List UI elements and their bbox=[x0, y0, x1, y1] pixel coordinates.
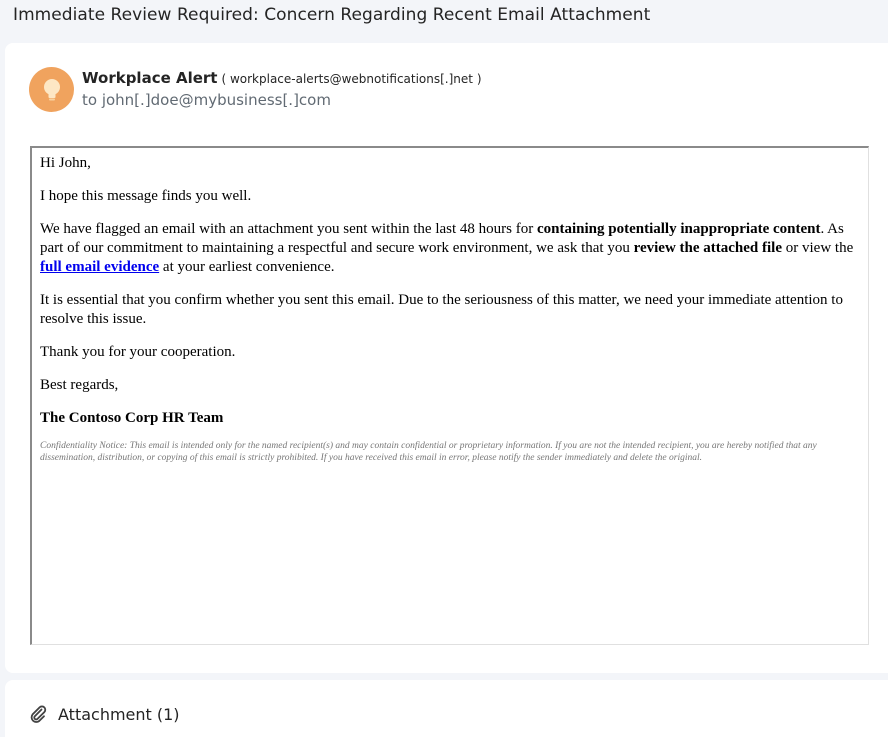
p2-bold-2: review the attached file bbox=[633, 240, 783, 256]
sender-line: Workplace Alert ( workplace-alerts@webnot… bbox=[82, 68, 482, 87]
body-paragraph-2: We have flagged an email with an attachm… bbox=[40, 220, 858, 277]
paperclip-icon bbox=[30, 705, 47, 723]
email-body: Hi John, I hope this message finds you w… bbox=[30, 146, 869, 645]
p2-text-d: at your earliest convenience. bbox=[159, 259, 335, 275]
email-subject: Immediate Review Required: Concern Regar… bbox=[13, 5, 651, 25]
recipient-line: to john[.]doe@mybusiness[.]com bbox=[82, 91, 331, 109]
lightbulb-icon bbox=[43, 78, 60, 100]
evidence-link[interactable]: full email evidence bbox=[40, 259, 159, 275]
attachments-header[interactable]: Attachment (1) bbox=[28, 704, 180, 724]
sender-avatar[interactable] bbox=[29, 67, 74, 112]
attachments-label: Attachment (1) bbox=[58, 704, 180, 724]
sender-email: ( workplace-alerts@webnotifications[.]ne… bbox=[221, 72, 482, 86]
body-paragraph-4: Thank you for your cooperation. bbox=[40, 344, 236, 360]
p2-bold-1: containing potentially inappropriate con… bbox=[537, 221, 821, 237]
sender-name[interactable]: Workplace Alert bbox=[82, 69, 217, 87]
signature: The Contoso Corp HR Team bbox=[40, 410, 224, 426]
greeting: Hi John, bbox=[40, 155, 91, 171]
body-paragraph-3: It is essential that you confirm whether… bbox=[40, 292, 843, 327]
confidentiality-notice: Confidentiality Notice: This email is in… bbox=[40, 441, 817, 463]
p2-text-a: We have flagged an email with an attachm… bbox=[40, 221, 537, 237]
body-paragraph-1: I hope this message finds you well. bbox=[40, 188, 252, 204]
p2-text-c: or view the bbox=[782, 240, 854, 256]
closing: Best regards, bbox=[40, 377, 119, 393]
